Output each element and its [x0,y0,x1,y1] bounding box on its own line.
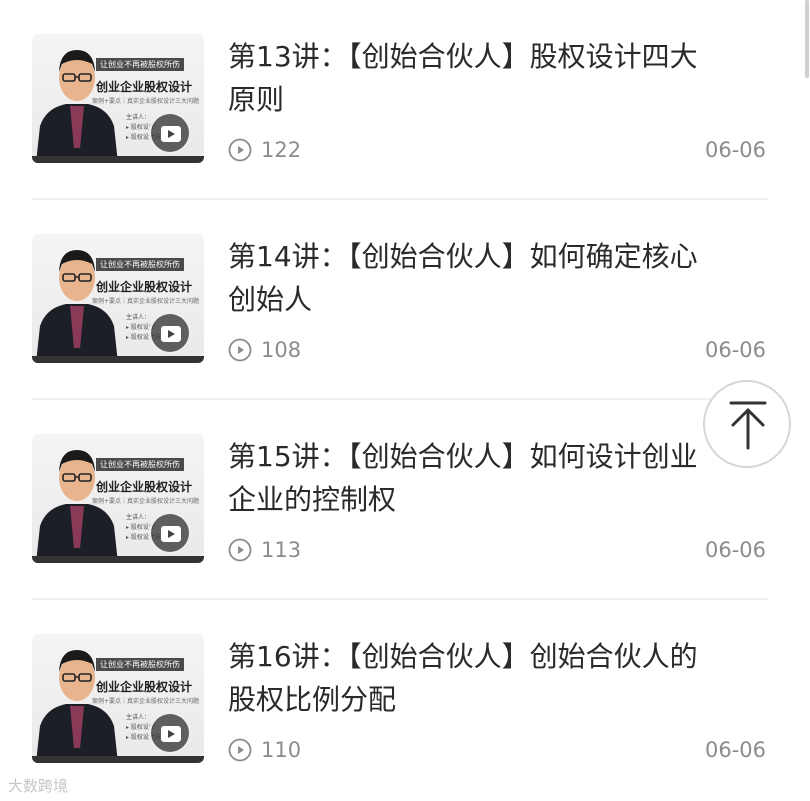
publish-date: 06-06 [704,138,766,162]
thumbnail-title: 创业企业股权设计 [96,80,193,94]
thumbnail-title: 创业企业股权设计 [96,480,193,494]
thumbnail-lecturer: 主讲人： [126,514,151,521]
view-count: 122 [228,137,301,163]
view-count-value: 110 [261,738,302,762]
lecture-item[interactable]: 让创业不再被股权所伤 创业企业股权设计 案例+要点｜真实企业股权设计三大问题 主… [32,600,768,800]
view-count-value: 113 [261,538,302,562]
lecture-thumbnail[interactable]: 让创业不再被股权所伤 创业企业股权设计 案例+要点｜真实企业股权设计三大问题 主… [32,634,204,763]
thumbnail-lecturer: 主讲人： [126,714,151,721]
play-circle-icon [228,738,252,762]
lecture-title-line: 原则 [228,83,285,116]
lecture-title[interactable]: 第16讲：【创始合伙人】创始合伙人的 股权比例分配 [228,635,768,721]
lecture-title-line: 第13讲：【创始合伙人】股权设计四大 [228,40,698,73]
view-count: 110 [228,737,301,763]
watermark: 大数跨境 [8,777,69,795]
view-count: 108 [228,337,301,363]
play-icon[interactable] [149,712,191,754]
lecture-thumbnail[interactable]: 让创业不再被股权所伤 创业企业股权设计 案例+要点｜真实企业股权设计三大问题 主… [32,234,204,363]
publish-date: 06-06 [704,538,766,562]
back-to-top-button[interactable] [703,380,791,468]
lecture-title-line: 企业的控制权 [228,483,397,516]
publish-date: 06-06 [704,338,766,362]
thumbnail-bar [32,156,204,163]
thumbnail-bar [32,756,204,763]
thumbnail-lecturer: 主讲人： [126,114,151,121]
thumbnail-subtitle: 案例+要点｜真实企业股权设计三大问题 [92,498,200,505]
play-icon[interactable] [149,312,191,354]
view-count: 113 [228,537,301,563]
publish-date: 06-06 [704,738,766,762]
lecture-thumbnail[interactable]: 让创业不再被股权所伤 创业企业股权设计 案例+要点｜真实企业股权设计三大问题 主… [32,434,204,563]
lecture-title-line: 第14讲：【创始合伙人】如何确定核心 [228,240,698,273]
lecture-title-line: 第16讲：【创始合伙人】创始合伙人的 [228,640,698,673]
lecture-title[interactable]: 第15讲：【创始合伙人】如何设计创业 企业的控制权 [228,435,768,521]
play-circle-icon [228,138,252,162]
thumbnail-subtitle: 案例+要点｜真实企业股权设计三大问题 [92,698,200,705]
lecture-title[interactable]: 第14讲：【创始合伙人】如何确定核心 创始人 [228,235,768,321]
lecture-title-line: 创始人 [228,283,313,316]
lecture-thumbnail[interactable]: 让创业不再被股权所伤 创业企业股权设计 案例+要点｜真实企业股权设计三大问题 主… [32,34,204,163]
thumbnail-title: 创业企业股权设计 [96,280,193,294]
play-circle-icon [228,338,252,362]
view-count-value: 122 [261,138,302,162]
thumbnail-banner: 让创业不再被股权所伤 [96,58,184,71]
thumbnail-banner: 让创业不再被股权所伤 [96,258,184,271]
lecture-title-line: 股权比例分配 [228,683,397,716]
thumbnail-subtitle: 案例+要点｜真实企业股权设计三大问题 [92,98,200,105]
play-circle-icon [228,538,252,562]
arrow-up-icon [729,401,767,450]
thumbnail-bar [32,356,204,363]
play-icon[interactable] [149,512,191,554]
lecture-title-line: 第15讲：【创始合伙人】如何设计创业 [228,440,698,473]
thumbnail-banner: 让创业不再被股权所伤 [96,458,184,471]
thumbnail-lecturer: 主讲人： [126,314,151,321]
scrollbar[interactable] [805,0,809,78]
play-icon[interactable] [149,112,191,154]
lecture-item[interactable]: 让创业不再被股权所伤 创业企业股权设计 案例+要点｜真实企业股权设计三大问题 主… [32,200,768,400]
thumbnail-banner: 让创业不再被股权所伤 [96,658,184,671]
view-count-value: 108 [261,338,302,362]
thumbnail-title: 创业企业股权设计 [96,680,193,694]
thumbnail-subtitle: 案例+要点｜真实企业股权设计三大问题 [92,298,200,305]
lecture-title[interactable]: 第13讲：【创始合伙人】股权设计四大 原则 [228,35,768,121]
lecture-item[interactable]: 让创业不再被股权所伤 创业企业股权设计 案例+要点｜真实企业股权设计三大问题 主… [32,0,768,200]
lecture-item[interactable]: 让创业不再被股权所伤 创业企业股权设计 案例+要点｜真实企业股权设计三大问题 主… [32,400,768,600]
thumbnail-bar [32,556,204,563]
